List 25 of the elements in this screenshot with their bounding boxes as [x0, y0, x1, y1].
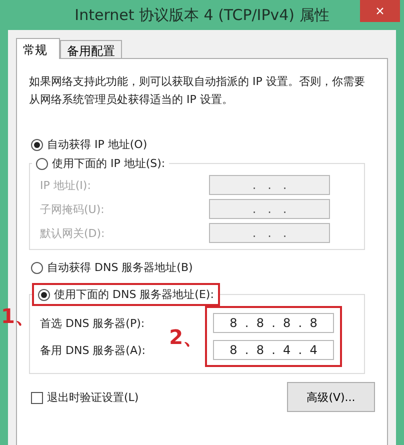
field-label: 备用 DNS 服务器(A):: [40, 342, 146, 358]
radio-button[interactable]: [36, 158, 48, 170]
radio-button[interactable]: [31, 262, 43, 274]
radio-button[interactable]: [31, 138, 43, 150]
advanced-button[interactable]: 高级(V)...: [287, 382, 375, 412]
ip-address-field[interactable]: 8 . 8 . 4 . 4: [213, 340, 334, 360]
description-text: 如果网络支持此功能，则可以获取自动指派的 IP 设置。否则，你需要从网络系统管理员处获得适当的 IP 设置。: [29, 74, 366, 108]
annotation-number: 2、: [169, 326, 203, 346]
checkbox-label: 退出时验证设置(L): [47, 390, 139, 405]
close-button[interactable]: ×: [360, 0, 400, 22]
tab[interactable]: 备用配置: [60, 40, 122, 58]
window-title: Internet 协议版本 4 (TCP/IPv4) 属性: [74, 6, 330, 24]
field-label: 首选 DNS 服务器(P):: [40, 316, 146, 330]
radio-label: 使用下面的 IP 地址(S):: [52, 156, 166, 171]
field-label: 子网掩码(U):: [40, 202, 104, 216]
field-label: 默认网关(D):: [40, 226, 105, 240]
checkbox[interactable]: [31, 392, 43, 404]
ip-address-field[interactable]: 8 . 8 . 8 . 8: [213, 313, 334, 333]
radio-label: 使用下面的 DNS 服务器地址(E):: [54, 287, 214, 302]
field-label: IP 地址(I):: [40, 178, 91, 192]
radio-option[interactable]: 自动获得 IP 地址(O): [31, 137, 377, 152]
radio-button[interactable]: [38, 288, 50, 300]
tab[interactable]: 常规: [16, 38, 60, 59]
radio-label: 自动获得 DNS 服务器地址(B): [47, 260, 193, 275]
radio-label: 自动获得 IP 地址(O): [47, 137, 148, 152]
